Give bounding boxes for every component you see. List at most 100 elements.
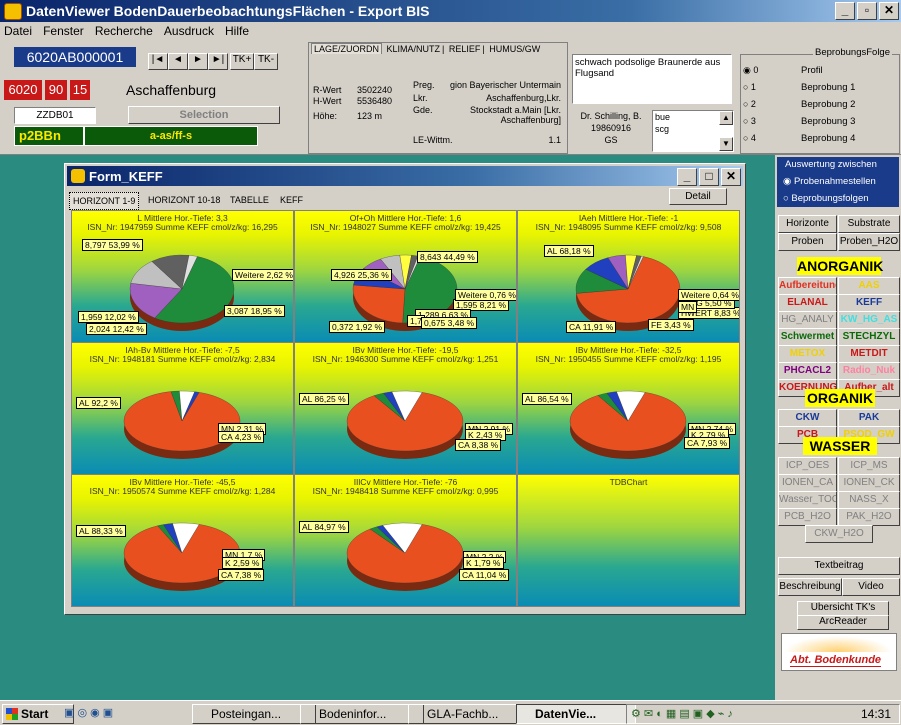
pie-data-label: 8,643 44,49 % <box>417 251 478 263</box>
tab-klima[interactable]: KLIMA/NUTZ <box>385 44 443 54</box>
tk-plus-button[interactable]: TK+ <box>230 53 254 70</box>
soil-description[interactable]: schwach podsolige Braunerde aus Flugsand <box>572 54 732 104</box>
organik-ckw-button[interactable]: CKW <box>778 409 837 427</box>
minimize-button[interactable]: _ <box>835 2 855 20</box>
tab-humus[interactable]: HUMUS/GW <box>487 44 542 54</box>
beprobung-label-4: Beprobung 4 <box>801 133 856 144</box>
chart-panel: IAh-Bv Mittlere Hor.-Tiefe: -7,5 ISN_Nr: … <box>71 342 294 475</box>
wasser-pcb-h2o-button[interactable]: PCB_H2O <box>778 508 837 526</box>
pie-data-label: 8,797 53,99 % <box>82 239 143 251</box>
zzdb-field[interactable]: ZZDB01 <box>14 107 96 124</box>
tab-lage[interactable]: LAGE/ZUORDN <box>311 43 383 54</box>
close-button[interactable]: ✕ <box>879 2 899 20</box>
selection-button[interactable]: Selection <box>128 106 280 124</box>
task-posteingang[interactable]: Posteingan... <box>192 704 316 724</box>
wasser-ionen-ca-button[interactable]: IONEN_CA <box>778 474 837 492</box>
anorganik-stechzyl-button[interactable]: STECHZYL <box>838 328 900 346</box>
detail-button[interactable]: Detail <box>669 188 727 205</box>
task-bodeninfor[interactable]: Bodeninfor... <box>300 704 424 724</box>
code-list[interactable]: bue scg ▲ ▼ <box>652 110 734 152</box>
preg-label: Preg. <box>413 80 435 90</box>
anorganik-metox-button[interactable]: METOX <box>778 345 837 363</box>
windows-logo-icon <box>6 708 18 720</box>
menu-recherche[interactable]: Recherche <box>91 22 157 40</box>
author-block: Dr. Schilling, B. 19860916 GS <box>572 110 650 152</box>
beprobung-radio-2[interactable]: ○ 2 <box>743 99 756 109</box>
menu-ausdruck[interactable]: Ausdruck <box>160 22 218 40</box>
pie-data-label: Weitere 2,62 % <box>232 269 293 281</box>
tray-icons[interactable]: ⚙ ✉ ◐ ▦ ▤ ▣ ◆ ⌁ ♪ <box>631 707 733 720</box>
anorganik-kw-hg-as-button[interactable]: KW_HG_AS <box>838 311 900 329</box>
anorganik-radio-nuk-button[interactable]: Radio_Nuk <box>838 362 900 380</box>
tab-relief[interactable]: RELIEF <box>447 44 483 54</box>
anorganik-hg-analy-button[interactable]: HG_ANALY <box>778 311 837 329</box>
menu-fenster[interactable]: Fenster <box>39 22 88 40</box>
keff-maximize-button[interactable]: □ <box>699 168 719 186</box>
beprobung-radio-4[interactable]: ○ 4 <box>743 133 756 143</box>
wasser-ckw-h2o-button[interactable]: CKW_H2O <box>805 525 873 543</box>
keff-close-button[interactable]: ✕ <box>721 168 741 186</box>
menu-datei[interactable]: Datei <box>0 22 36 40</box>
substrate-button[interactable]: Substrate <box>838 215 900 233</box>
hwert-label: H-Wert <box>313 96 342 106</box>
proben-button[interactable]: Proben <box>778 233 837 251</box>
anorganik-elanal-button[interactable]: ELANAL <box>778 294 837 312</box>
tab-horizont-10-18[interactable]: HORIZONT 10-18 <box>145 192 223 208</box>
anorganik-aas-button[interactable]: AAS <box>838 277 900 295</box>
radio-beprobungsfolgen[interactable]: ○ Beprobungsfolgen <box>783 193 869 204</box>
nav-next-button[interactable]: ► <box>188 53 208 70</box>
tab-horizont-1-9[interactable]: HORIZONT 1-9 <box>69 192 140 210</box>
horizon-symbol-field: a-as/ff-s <box>84 126 258 146</box>
menu-hilfe[interactable]: Hilfe <box>221 22 253 40</box>
lkr-label: Lkr. <box>413 93 428 103</box>
beprobung-label-2: Beprobung 2 <box>801 99 856 110</box>
proben-h2o-button[interactable]: Proben_H2O <box>838 233 900 251</box>
beprobung-radio-1[interactable]: ○ 1 <box>743 82 756 92</box>
beschreibung-button[interactable]: Beschreibung <box>778 578 842 596</box>
wasser-nass-x-button[interactable]: NASS_X <box>838 491 900 509</box>
video-button[interactable]: Video <box>842 578 900 596</box>
auswertung-title: Auswertung zwischen <box>785 159 877 170</box>
wasser-icp-ms-button[interactable]: ICP_MS <box>838 457 900 475</box>
task-datenviewer[interactable]: DatenVie... <box>516 704 636 724</box>
keff-minimize-button[interactable]: _ <box>677 168 697 186</box>
arcreader-button[interactable]: ArcReader <box>797 615 889 630</box>
nav-first-button[interactable]: |◄ <box>148 53 168 70</box>
pie-data-label: CA 8,38 % <box>455 439 502 451</box>
wasser-pak-h2o-button[interactable]: PAK_H2O <box>838 508 900 526</box>
tk-minus-button[interactable]: TK- <box>254 53 278 70</box>
location-tabpanel: LAGE/ZUORDN KLIMA/NUTZ | RELIEF | HUMUS/GW… <box>308 42 568 154</box>
pie-slice[interactable] <box>352 284 406 324</box>
textbeitrag-button[interactable]: Textbeitrag <box>778 557 900 575</box>
organik-pak-button[interactable]: PAK <box>838 409 900 427</box>
auswertung-group: Auswertung zwischen ◉ Probenahmestellen … <box>777 157 899 207</box>
wasser-ionen-ck-button[interactable]: IONEN_CK <box>838 474 900 492</box>
gde-label: Gde. <box>413 105 433 115</box>
task-gla-fachb[interactable]: GLA-Fachb... <box>408 704 532 724</box>
pie-data-label: CA 11,91 % <box>566 321 617 333</box>
radio-probenahmestellen[interactable]: ◉ Probenahmestellen <box>783 176 876 187</box>
horizonte-button[interactable]: Horizonte <box>778 215 837 233</box>
anorganik-keff-button[interactable]: KEFF <box>838 294 900 312</box>
uebersicht-tk-button[interactable]: Ubersicht TK's <box>797 601 889 616</box>
wasser-wasser-toc-button[interactable]: Wasser_TOC <box>778 491 837 509</box>
scroll-up-icon[interactable]: ▲ <box>719 111 733 125</box>
maximize-button[interactable]: ▫ <box>857 2 877 20</box>
rwert-value: 3502240 <box>357 85 393 95</box>
anorganik-aufbereitung-button[interactable]: Aufbereitung <box>778 277 837 295</box>
tab-keff[interactable]: KEFF <box>277 192 306 208</box>
nav-last-button[interactable]: ►| <box>208 53 228 70</box>
beprobung-radio-3[interactable]: ○ 3 <box>743 116 756 126</box>
beprobung-radio-0[interactable]: ◉ 0 <box>743 65 758 76</box>
tab-tabelle[interactable]: TABELLE <box>227 192 272 208</box>
anorganik-phcacl2-button[interactable]: PHCACL2 <box>778 362 837 380</box>
anorganik-schwermet-button[interactable]: Schwermet <box>778 328 837 346</box>
wasser-icp-oes-button[interactable]: ICP_OES <box>778 457 837 475</box>
wasser-header: WASSER <box>803 437 877 455</box>
pie-chart <box>346 390 464 459</box>
anorganik-metdit-button[interactable]: METDIT <box>838 345 900 363</box>
scroll-down-icon[interactable]: ▼ <box>719 137 733 151</box>
quicklaunch-icons[interactable]: ▣ ◎ ◉ ▣ <box>64 706 113 719</box>
nav-prev-button[interactable]: ◄ <box>168 53 188 70</box>
chart-panel: IBv Mittlere Hor.-Tiefe: -32,5 ISN_Nr: 19… <box>517 342 740 475</box>
